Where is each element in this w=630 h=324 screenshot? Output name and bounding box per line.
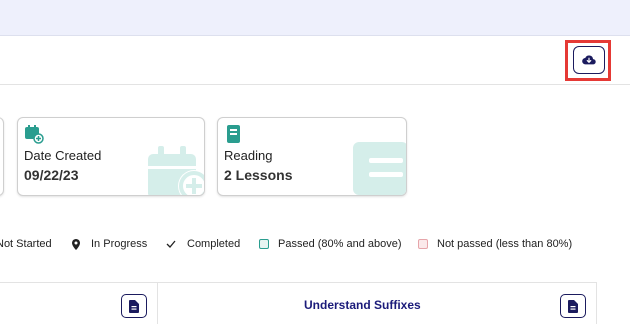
cloud-download-icon bbox=[582, 55, 596, 65]
legend-label: Not passed (less than 80%) bbox=[437, 238, 573, 250]
toolbar bbox=[0, 36, 630, 85]
column-divider bbox=[157, 283, 158, 324]
card-value: 2 Lessons bbox=[224, 167, 293, 183]
column-title: Understand Suffixes bbox=[304, 298, 421, 312]
legend-label: Passed (80% and above) bbox=[278, 238, 402, 250]
document-button[interactable] bbox=[121, 294, 147, 318]
legend-in-progress: In Progress bbox=[72, 238, 147, 250]
calendar-add-icon bbox=[25, 125, 44, 144]
column-divider bbox=[596, 283, 597, 324]
card-label: Reading bbox=[224, 148, 273, 163]
card-value: 09/22/23 bbox=[24, 167, 79, 183]
document-icon bbox=[568, 299, 578, 313]
map-pin-icon bbox=[72, 238, 80, 250]
stat-card-date-created: Date Created 09/22/23 bbox=[17, 117, 205, 196]
status-legend: Not Started In Progress Completed Passed… bbox=[0, 236, 630, 254]
book-icon bbox=[227, 125, 240, 143]
top-bar bbox=[0, 0, 630, 36]
passed-swatch bbox=[259, 239, 269, 249]
legend-label: Not Started bbox=[0, 238, 52, 250]
legend-label: Completed bbox=[187, 238, 241, 250]
card-label: Date Created bbox=[24, 148, 102, 163]
legend-not-passed: Not passed (less than 80%) bbox=[418, 238, 572, 250]
calendar-add-bg-icon bbox=[148, 146, 204, 195]
book-bg-icon bbox=[353, 142, 406, 195]
legend-passed: Passed (80% and above) bbox=[259, 238, 402, 250]
legend-label: In Progress bbox=[91, 238, 148, 250]
legend-completed: Completed bbox=[166, 238, 240, 250]
legend-not-started: Not Started bbox=[0, 238, 52, 250]
document-icon bbox=[129, 299, 139, 313]
download-button[interactable] bbox=[573, 46, 605, 74]
check-icon bbox=[166, 240, 176, 248]
not-passed-swatch bbox=[418, 239, 428, 249]
document-button[interactable] bbox=[560, 294, 586, 318]
stat-card-reading: Reading 2 Lessons bbox=[217, 117, 407, 196]
table-header: Understand Suffixes bbox=[0, 282, 597, 324]
stat-card-partial bbox=[0, 117, 4, 196]
